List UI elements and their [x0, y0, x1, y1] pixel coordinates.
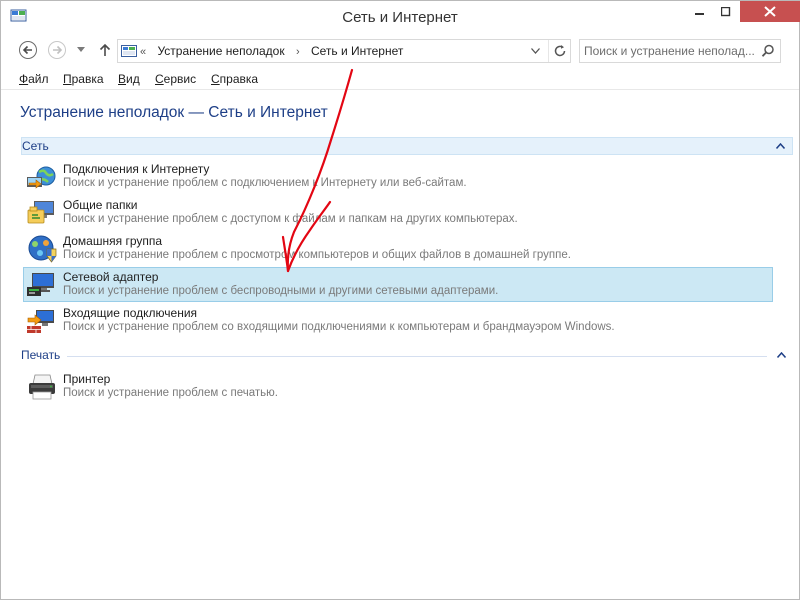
- troubleshooter-printer[interactable]: Принтер Поиск и устранение проблем с печ…: [23, 369, 773, 404]
- up-button[interactable]: [94, 39, 116, 61]
- group-name: Сеть: [22, 139, 49, 153]
- homegroup-icon: [28, 235, 57, 263]
- group-divider: [67, 356, 767, 357]
- menu-help[interactable]: Справка: [211, 72, 258, 86]
- window-title: Сеть и Интернет: [342, 9, 458, 26]
- menu-view[interactable]: Вид: [118, 72, 140, 86]
- item-description: Поиск и устранение проблем с доступом к …: [63, 213, 518, 225]
- item-description: Поиск и устранение проблем с беспроводны…: [63, 285, 499, 297]
- item-description: Поиск и устранение проблем с печатью.: [63, 387, 278, 399]
- forward-button[interactable]: [46, 39, 68, 61]
- address-dropdown-button[interactable]: [523, 40, 547, 62]
- shared-folders-icon: [27, 201, 54, 224]
- minimize-icon: [695, 12, 704, 15]
- navigation-row: « Устранение неполадок › Сеть и Интернет: [1, 37, 799, 65]
- item-title: Домашняя группа: [63, 234, 163, 248]
- item-description: Поиск и устранение проблем со входящими …: [63, 321, 615, 333]
- window: Сеть и Интернет « Устранение неполадок ›…: [0, 0, 800, 600]
- maximize-icon: [721, 6, 731, 16]
- item-title: Принтер: [63, 372, 111, 386]
- item-description: Поиск и устранение проблем с просмотром …: [63, 249, 571, 261]
- troubleshooter-network-adapter[interactable]: Сетевой адаптер Поиск и устранение пробл…: [23, 267, 773, 302]
- close-button[interactable]: [740, 1, 800, 22]
- main-content: Устранение неполадок — Сеть и Интернет С…: [1, 91, 799, 599]
- page-title: Устранение неполадок — Сеть и Интернет: [20, 104, 328, 121]
- search-box[interactable]: [579, 39, 781, 63]
- search-icon: [761, 44, 774, 57]
- item-title: Входящие подключения: [63, 306, 198, 320]
- internet-connections-icon: [27, 166, 56, 189]
- network-adapter-icon: [27, 273, 54, 296]
- breadcrumb: « Устранение неполадок › Сеть и Интернет: [140, 44, 411, 58]
- breadcrumb-separator-icon[interactable]: ›: [296, 46, 300, 58]
- group-header-printing[interactable]: Печать: [21, 347, 793, 365]
- menu-file[interactable]: Файл: [19, 72, 49, 86]
- up-arrow-icon: [99, 43, 111, 56]
- item-description: Поиск и устранение проблем с подключение…: [63, 177, 467, 189]
- troubleshooter-incoming-connections[interactable]: Входящие подключения Поиск и устранение …: [23, 303, 773, 338]
- item-title: Подключения к Интернету: [63, 162, 210, 176]
- title-bar: Сеть и Интернет: [1, 1, 800, 33]
- item-title: Общие папки: [63, 198, 138, 212]
- search-input[interactable]: [584, 43, 754, 59]
- forward-arrow-icon: [48, 41, 66, 59]
- group-name: Печать: [21, 348, 61, 362]
- back-button[interactable]: [17, 39, 39, 61]
- group-header-network[interactable]: Сеть: [21, 137, 793, 155]
- troubleshooter-shared-folders[interactable]: Общие папки Поиск и устранение проблем с…: [23, 195, 773, 230]
- minimize-button[interactable]: [687, 1, 713, 22]
- maximize-button[interactable]: [713, 1, 739, 22]
- item-title: Сетевой адаптер: [63, 270, 159, 284]
- troubleshooter-homegroup[interactable]: Домашняя группа Поиск и устранение пробл…: [23, 231, 773, 266]
- chevron-up-icon: [776, 352, 786, 358]
- collapse-group-button[interactable]: [774, 138, 786, 154]
- chevron-up-icon: [775, 143, 785, 149]
- address-bar[interactable]: « Устранение неполадок › Сеть и Интернет: [117, 39, 571, 63]
- refresh-icon: [554, 45, 565, 57]
- menu-edit[interactable]: Правка: [63, 72, 104, 86]
- printer-icon: [29, 374, 55, 400]
- incoming-connections-icon: [27, 310, 54, 333]
- search-button[interactable]: [758, 42, 778, 60]
- close-icon: [764, 6, 776, 17]
- breadcrumb-troubleshooting[interactable]: Устранение неполадок: [157, 44, 284, 58]
- collapse-group-button[interactable]: [775, 347, 787, 363]
- control-panel-location-icon: [121, 45, 137, 57]
- back-arrow-icon: [19, 41, 37, 59]
- breadcrumb-overflow[interactable]: «: [140, 46, 146, 58]
- menu-tools[interactable]: Сервис: [155, 72, 196, 86]
- chevron-down-icon: [530, 48, 540, 54]
- refresh-button[interactable]: [548, 40, 570, 62]
- recent-locations-button[interactable]: [74, 39, 88, 61]
- troubleshooter-internet-connections[interactable]: Подключения к Интернету Поиск и устранен…: [23, 159, 773, 194]
- menu-bar: Файл Правка Вид Сервис Справка: [1, 70, 799, 90]
- chevron-down-icon: [77, 47, 85, 52]
- breadcrumb-network-internet[interactable]: Сеть и Интернет: [311, 44, 403, 58]
